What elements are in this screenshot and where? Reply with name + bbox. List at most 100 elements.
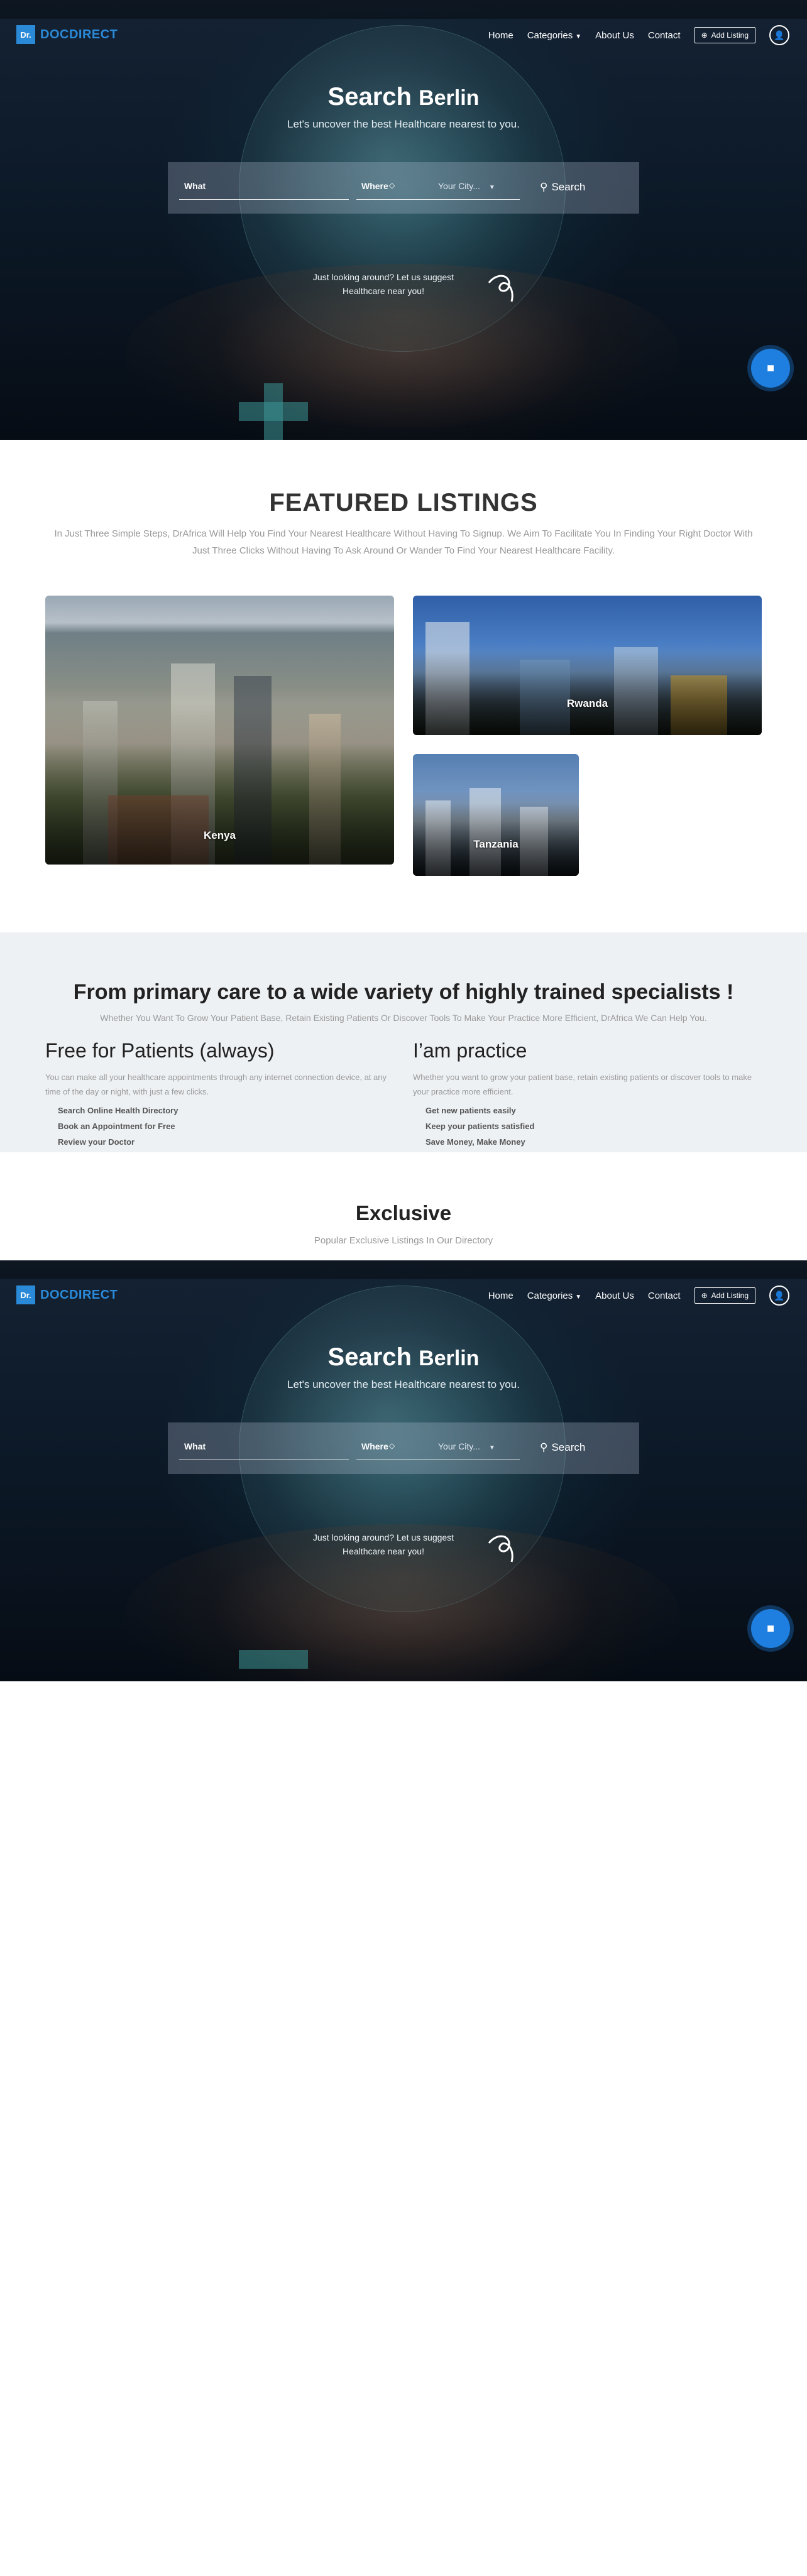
search-icon: ⚲: [540, 1441, 548, 1453]
navbar: Dr. DOCDIRECT Home Categories ▼ About Us …: [0, 0, 807, 69]
practice-text: Whether you want to grow your patient ba…: [413, 1072, 752, 1096]
add-listing-button[interactable]: ⊕ Add Listing: [694, 1287, 755, 1304]
plus-circle-icon: ⊕: [701, 31, 708, 40]
listing-card-kenya[interactable]: Kenya: [45, 596, 394, 865]
user-icon: 👤: [774, 30, 785, 40]
hero-subtitle: Let's uncover the best Healthcare neares…: [287, 1378, 520, 1390]
nav-categories-label: Categories: [527, 30, 573, 41]
suggest-line-1: Just looking around? Let us suggest: [312, 272, 454, 282]
chat-button[interactable]: ■: [751, 349, 790, 388]
nav-categories[interactable]: Categories ▼: [527, 30, 581, 41]
city-select-value: Your City...: [438, 181, 480, 191]
suggest-text: Just looking around? Let us suggest Heal…: [295, 1531, 471, 1558]
card-label: Tanzania: [473, 838, 519, 850]
hero-section: Dr. DOCDIRECT Home Categories ▼ About Us …: [0, 0, 807, 440]
card-label: Rwanda: [566, 697, 608, 709]
what-input[interactable]: What: [179, 175, 349, 200]
plus-circle-icon: ⊕: [701, 1291, 708, 1300]
navbar: Dr. DOCDIRECT Home Categories ▼ About Us …: [0, 1260, 807, 1329]
nav-home[interactable]: Home: [488, 1291, 513, 1301]
add-listing-label: Add Listing: [711, 31, 749, 40]
hero-title: Search Berlin: [0, 1343, 807, 1372]
practice-list: Get new patients easily Keep your patien…: [413, 1103, 765, 1150]
where-input[interactable]: Where ◇ Your City... ▼: [356, 175, 520, 200]
list-item: Search Online Health Directory: [58, 1106, 178, 1115]
logo[interactable]: Dr. DOCDIRECT: [16, 25, 118, 44]
chat-bubble-icon: ■: [766, 1621, 775, 1635]
where-label: Where: [361, 1441, 388, 1451]
user-account-button[interactable]: 👤: [769, 25, 789, 45]
patients-list: Search Online Health Directory Book an A…: [45, 1103, 397, 1150]
curly-arrow-icon: [488, 275, 513, 302]
logo-text: DOCDIRECT: [40, 1287, 118, 1302]
card-label: Kenya: [203, 829, 236, 841]
specialists-subtitle: Whether You Want To Grow Your Patient Ba…: [100, 1013, 707, 1023]
nav-categories[interactable]: Categories ▼: [527, 1291, 581, 1301]
logo-badge: Dr.: [16, 1285, 35, 1304]
search-icon: ⚲: [540, 181, 548, 193]
patients-heading: Free for Patients (always): [45, 1039, 275, 1062]
suggest-text: Just looking around? Let us suggest Heal…: [295, 270, 471, 298]
search-button-label: Search: [551, 1441, 586, 1453]
what-input[interactable]: What: [179, 1435, 349, 1460]
hero-title-text: Search: [327, 1343, 412, 1371]
logo-badge: Dr.: [16, 25, 35, 44]
location-target-icon[interactable]: ◇: [389, 1441, 395, 1450]
city-select[interactable]: Your City... ▼: [438, 1441, 495, 1451]
search-button[interactable]: ⚲ Search: [540, 1441, 585, 1454]
featured-description: In Just Three Simple Steps, DrAfrica Wil…: [54, 528, 753, 556]
search-button[interactable]: ⚲ Search: [540, 181, 585, 194]
logo[interactable]: Dr. DOCDIRECT: [16, 1285, 118, 1304]
nav-home[interactable]: Home: [488, 30, 513, 41]
specialists-title: From primary care to a wide variety of h…: [73, 980, 734, 1004]
practice-heading: I’am practice: [413, 1039, 527, 1062]
add-listing-button[interactable]: ⊕ Add Listing: [694, 27, 755, 43]
patients-column: Free for Patients (always) You can make …: [45, 1039, 397, 1150]
chevron-down-icon: ▼: [575, 1293, 582, 1301]
list-item: Book an Appointment for Free: [58, 1122, 175, 1131]
city-select-value: Your City...: [438, 1441, 480, 1451]
main-menu: Home Categories ▼ About Us Contact ⊕ Add …: [488, 25, 789, 45]
hero-section-repeat: Dr. DOCDIRECT Home Categories ▼ About Us …: [0, 1260, 807, 1681]
listing-card-rwanda[interactable]: Rwanda: [413, 596, 762, 735]
suggest-line-2: Healthcare near you!: [343, 286, 424, 296]
suggest-line-2: Healthcare near you!: [343, 1546, 424, 1556]
list-item: Keep your patients satisfied: [425, 1122, 535, 1131]
where-label: Where: [361, 181, 388, 191]
card-shade: [413, 651, 762, 735]
chat-button[interactable]: ■: [751, 1609, 790, 1648]
search-form: What Where ◇ Your City... ▼ ⚲ Search: [168, 1422, 639, 1474]
nav-contact[interactable]: Contact: [648, 30, 681, 41]
nav-contact[interactable]: Contact: [648, 1291, 681, 1301]
nav-about[interactable]: About Us: [595, 30, 634, 41]
what-label: What: [184, 181, 206, 191]
exclusive-title: Exclusive: [355, 1201, 452, 1225]
search-button-label: Search: [551, 181, 586, 193]
what-label: What: [184, 1441, 206, 1451]
user-account-button[interactable]: 👤: [769, 1285, 789, 1306]
practice-column: I’am practice Whether you want to grow y…: [413, 1039, 765, 1150]
listing-card-tanzania[interactable]: Tanzania: [413, 754, 579, 876]
patients-text: You can make all your healthcare appoint…: [45, 1072, 387, 1096]
location-target-icon[interactable]: ◇: [389, 181, 395, 190]
city-select[interactable]: Your City... ▼: [438, 181, 495, 191]
logo-text: DOCDIRECT: [40, 27, 118, 41]
list-item: Review your Doctor: [58, 1137, 135, 1147]
user-icon: 👤: [774, 1290, 785, 1301]
nav-categories-label: Categories: [527, 1290, 573, 1301]
hero-title-text: Search: [327, 83, 412, 111]
list-item: Save Money, Make Money: [425, 1137, 525, 1147]
hero-city: Berlin: [419, 86, 480, 110]
exclusive-subtitle: Popular Exclusive Listings In Our Direct…: [314, 1235, 493, 1246]
chevron-down-icon: ▼: [575, 33, 582, 40]
chat-bubble-icon: ■: [766, 361, 775, 375]
where-input[interactable]: Where ◇ Your City... ▼: [356, 1435, 520, 1460]
search-form: What Where ◇ Your City... ▼ ⚲ Search: [168, 162, 639, 214]
main-menu: Home Categories ▼ About Us Contact ⊕ Add …: [488, 1285, 789, 1306]
nav-about[interactable]: About Us: [595, 1291, 634, 1301]
featured-title: FEATURED LISTINGS: [269, 489, 538, 516]
medical-cross-decoration: [264, 383, 283, 440]
list-item: Get new patients easily: [425, 1106, 516, 1115]
hero-title: Search Berlin: [0, 83, 807, 111]
medical-cross-decoration: [239, 1650, 308, 1669]
